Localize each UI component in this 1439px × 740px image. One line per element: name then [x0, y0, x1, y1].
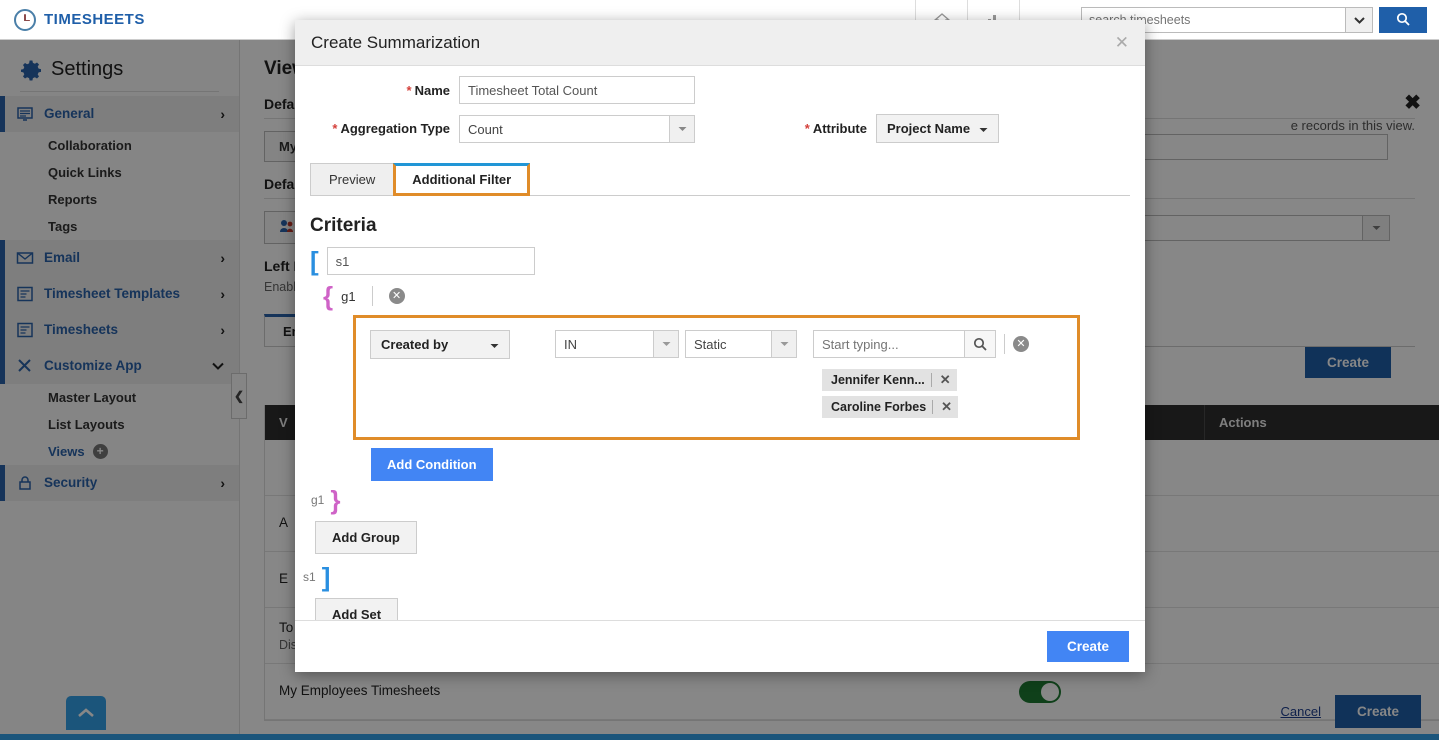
dialog-title: Create Summarization: [311, 32, 481, 52]
aggregation-select[interactable]: Count: [459, 114, 695, 143]
name-row: * Name: [295, 66, 1145, 104]
caret-down-icon: [490, 337, 499, 352]
name-label: * Name: [295, 83, 450, 98]
group-close-bracket: }: [330, 485, 341, 515]
chevron-down-icon[interactable]: [771, 330, 797, 358]
create-summarization-dialog: Create Summarization ✕ *Name *Aggregatio…: [295, 20, 1145, 672]
required-marker: *: [406, 82, 412, 98]
set-name-input[interactable]: s1: [326, 247, 535, 275]
criteria-heading: Criteria: [310, 215, 377, 236]
value-type-wrapper: Static: [685, 330, 797, 358]
chevron-down-icon[interactable]: [1345, 6, 1373, 33]
search-button[interactable]: [1379, 6, 1427, 33]
clear-icon[interactable]: ✕: [388, 288, 405, 304]
chevron-down-icon[interactable]: [653, 330, 679, 358]
dialog-footer: Create: [295, 620, 1145, 672]
select-value: Project Name: [887, 121, 971, 136]
value-search-input[interactable]: [813, 330, 964, 358]
selected-values-list: Jennifer Kenn... ✕ Caroline Forbes ✕: [822, 369, 1063, 423]
group-close-row: g1 }: [311, 487, 1145, 513]
label-text: Attribute: [812, 121, 867, 136]
divider: [371, 286, 373, 306]
aggregation-row: * Aggregation Type Count * Attribute Proje…: [295, 104, 1145, 143]
condition-field-wrapper: Created by: [370, 330, 510, 359]
attribute-select[interactable]: Project Name: [876, 114, 1000, 143]
select-value: IN: [555, 330, 653, 358]
group-name-input[interactable]: g1: [341, 289, 355, 304]
tab-preview[interactable]: Preview: [310, 163, 395, 196]
condition-row: Created by IN Static Start typing... ✕: [370, 330, 1063, 359]
select-value: Created by: [381, 337, 449, 352]
add-condition-button[interactable]: Add Condition: [371, 448, 493, 481]
divider: [932, 400, 934, 414]
select-value: Static: [685, 330, 771, 358]
condition-container: Created by IN Static Start typing... ✕ J…: [353, 315, 1080, 440]
select-value: Count: [459, 114, 669, 143]
dialog-create-button[interactable]: Create: [1046, 631, 1129, 662]
condition-field-select[interactable]: Created by: [370, 330, 510, 359]
chevron-down-icon[interactable]: [669, 114, 695, 143]
dialog-header: Create Summarization ✕: [295, 20, 1145, 66]
set-row: [ s1: [310, 247, 1145, 275]
value-search-combo: ✕: [813, 330, 1029, 358]
label-text: Aggregation Type: [340, 121, 450, 136]
close-icon[interactable]: ✕: [1115, 33, 1129, 53]
group-row: { g1 ✕: [323, 283, 1145, 309]
group-open-bracket: {: [323, 281, 334, 311]
required-marker: *: [804, 121, 810, 136]
value-type-select[interactable]: Static: [685, 330, 797, 358]
attribute-label: * Attribute: [737, 121, 867, 136]
search-icon[interactable]: [964, 330, 996, 358]
operator-select[interactable]: IN: [555, 330, 679, 358]
required-marker: *: [332, 121, 338, 136]
dialog-body: *Name *Aggregation Type Count *Attribute…: [295, 66, 1145, 620]
chip-label: Caroline Forbes: [831, 400, 927, 414]
operator-wrapper: IN: [555, 330, 679, 358]
set-close-bracket: ]: [321, 562, 331, 592]
set-open-bracket: [: [310, 246, 319, 276]
divider: [930, 373, 932, 387]
tab-additional-filter[interactable]: Additional Filter: [393, 163, 531, 196]
close-icon[interactable]: ✕: [939, 399, 954, 415]
value-chip[interactable]: Caroline Forbes ✕: [822, 396, 959, 418]
clock-logo-icon: [14, 8, 36, 31]
name-input[interactable]: [459, 76, 695, 104]
add-condition-wrapper: Add Condition: [371, 448, 1145, 481]
clear-icon[interactable]: ✕: [1013, 336, 1029, 352]
divider: [1004, 334, 1005, 354]
add-group-wrapper: Add Group: [315, 521, 1145, 554]
add-set-wrapper: Add Set: [315, 598, 1145, 620]
close-icon[interactable]: ✕: [938, 372, 953, 388]
set-close-row: s1 ]: [303, 564, 1145, 590]
caret-down-icon: [979, 121, 988, 136]
add-set-button[interactable]: Add Set: [315, 598, 399, 620]
group-label: g1: [311, 493, 325, 507]
chip-label: Jennifer Kenn...: [831, 373, 925, 387]
add-group-button[interactable]: Add Group: [315, 521, 417, 554]
dialog-tabstrip: Preview Additional Filter: [310, 163, 1145, 196]
set-label: s1: [303, 570, 316, 584]
aggregation-label: * Aggregation Type: [295, 121, 450, 136]
value-chip[interactable]: Jennifer Kenn... ✕: [822, 369, 957, 391]
label-text: Name: [414, 82, 450, 98]
brand-title: TIMESHEETS: [44, 11, 145, 28]
brand[interactable]: TIMESHEETS: [0, 0, 240, 40]
